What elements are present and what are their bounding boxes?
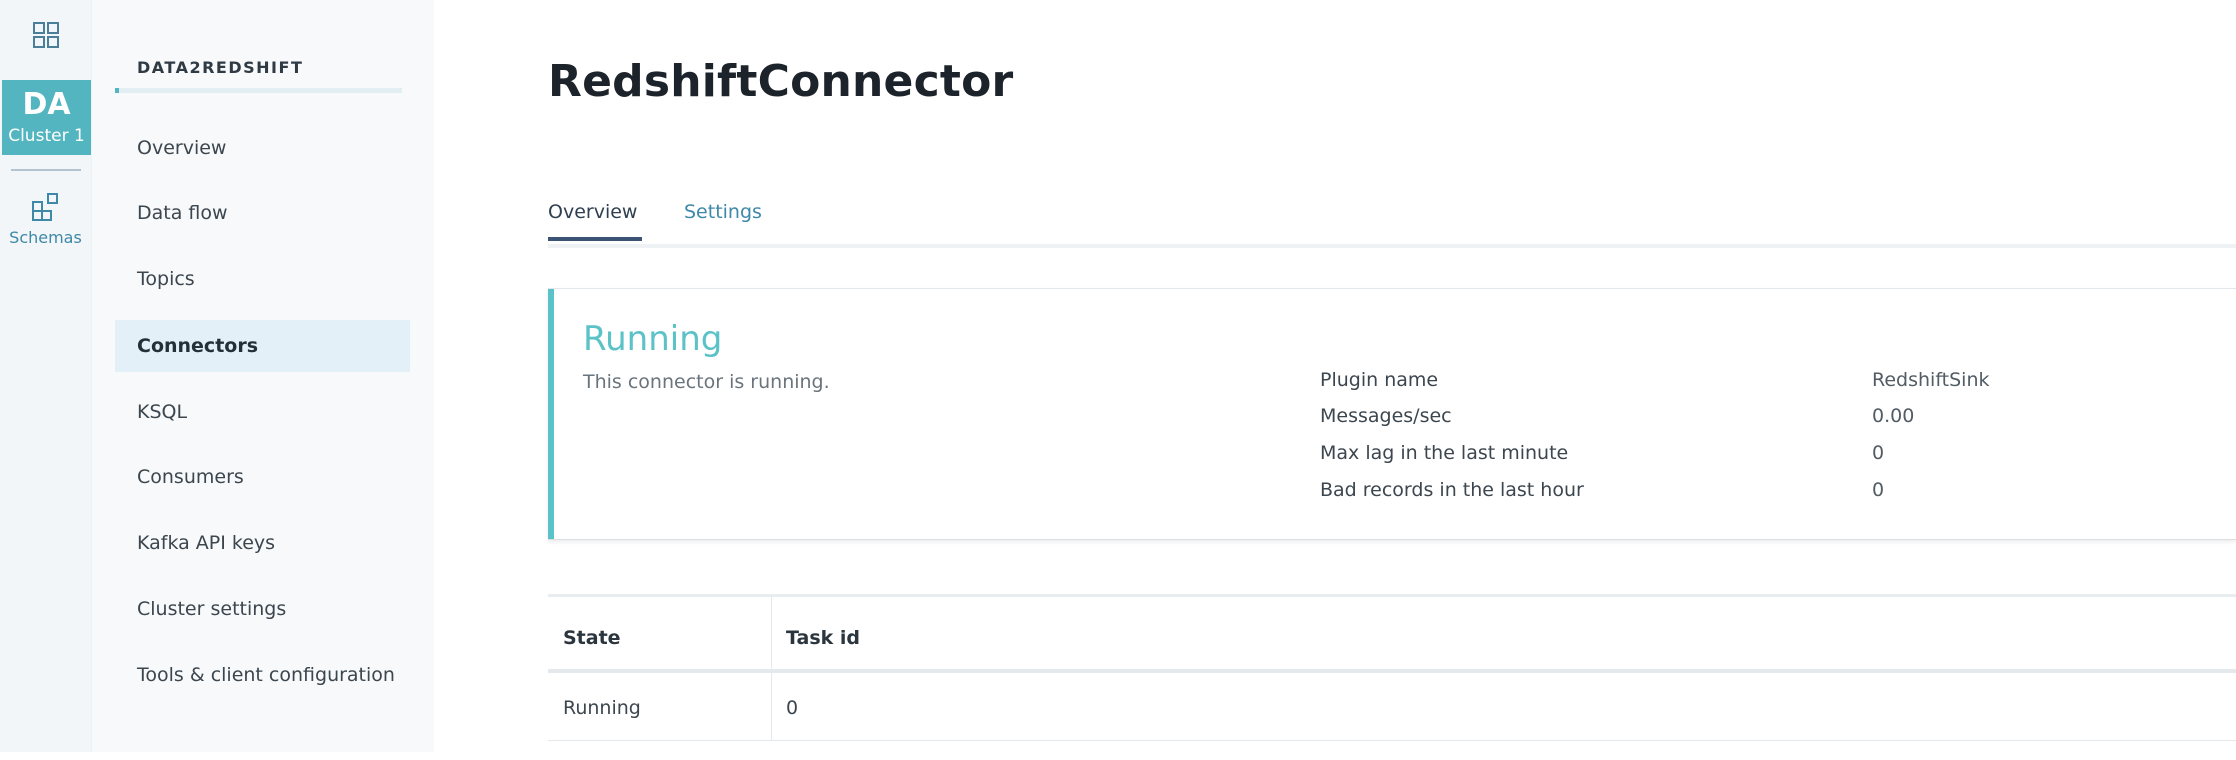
main-content: RedshiftConnector Overview Settings Runn… [548,0,2236,760]
task-id-cell: 0 [786,697,799,719]
tab-settings[interactable]: Settings [684,201,762,223]
column-header-task-id[interactable]: Task id [786,627,860,649]
task-state-cell: Running [563,697,641,719]
apps-grid-icon[interactable] [33,22,59,48]
detail-value: RedshiftSink [1872,369,1990,391]
rail-item-schemas[interactable]: Schemas [0,192,91,252]
sidebar-item-topics[interactable]: Topics [115,253,410,305]
cluster-title: DATA2REDSHIFT [137,58,304,77]
tasks-table: State Task id Running 0 [548,594,2236,757]
schemas-label: Schemas [9,228,82,247]
sidebar-item-consumers[interactable]: Consumers [115,451,410,503]
sidebar-item-overview[interactable]: Overview [115,122,410,174]
cluster-switcher-tile[interactable]: DA Cluster 1 [2,80,91,155]
cluster-title-underline [115,88,402,93]
detail-key: Messages/sec [1320,405,1452,427]
tab-overview-label: Overview [548,201,638,223]
cluster-sidebar: DATA2REDSHIFT Overview Data flow Topics … [92,0,434,752]
cluster-title-accent [115,88,119,93]
detail-value: 0.00 [1872,405,1915,427]
cluster-abbreviation: DA [22,87,71,122]
detail-key: Max lag in the last minute [1320,442,1569,464]
detail-key: Plugin name [1320,369,1439,391]
column-separator [771,597,772,740]
rail-divider [11,169,81,171]
tab-overview[interactable]: Overview [548,201,642,241]
sidebar-item-cluster-settings[interactable]: Cluster settings [115,583,410,635]
detail-key: Bad records in the last hour [1320,479,1584,501]
detail-row-plugin-name: Plugin name RedshiftSink [1320,369,2220,399]
status-title: Running [583,319,723,359]
sidebar-item-tools-client-config[interactable]: Tools & client configuration [115,649,410,701]
detail-row-max-lag: Max lag in the last minute 0 [1320,442,2220,472]
detail-value: 0 [1872,479,1885,501]
table-header-row: State Task id [548,597,2236,673]
column-header-state[interactable]: State [563,627,621,649]
sidebar-item-connectors[interactable]: Connectors [115,320,410,372]
tab-bar: Overview Settings [548,196,2236,248]
detail-row-messages-sec: Messages/sec 0.00 [1320,405,2220,435]
cluster-name: Cluster 1 [8,126,85,146]
sidebar-item-ksql[interactable]: KSQL [115,386,410,438]
connector-status-card: Running This connector is running. Plugi… [548,288,2236,540]
sidebar-item-data-flow[interactable]: Data flow [115,187,410,239]
schemas-icon [31,192,61,222]
app-rail: DA Cluster 1 Schemas [0,0,92,752]
active-tab-indicator [548,237,642,241]
sidebar-item-kafka-api-keys[interactable]: Kafka API keys [115,517,410,569]
status-accent-bar [548,289,554,539]
table-row[interactable]: Running 0 [548,673,2236,741]
detail-value: 0 [1872,442,1885,464]
page-title: RedshiftConnector [548,56,1014,107]
status-description: This connector is running. [583,371,830,393]
detail-row-bad-records: Bad records in the last hour 0 [1320,479,2220,509]
